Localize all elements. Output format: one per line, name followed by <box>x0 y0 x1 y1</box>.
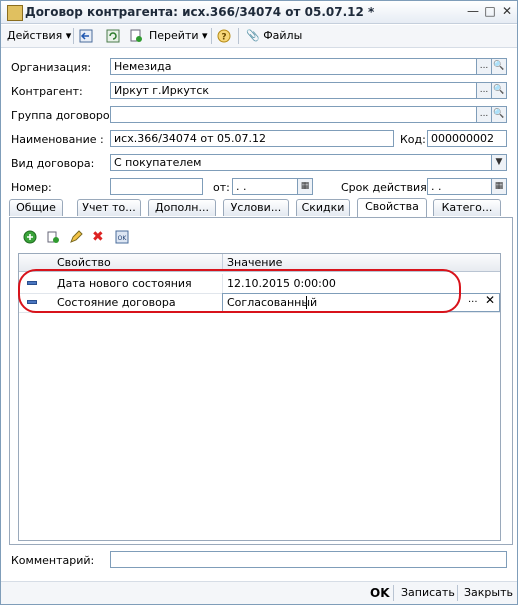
calendar-icon[interactable]: ▦ <box>297 178 313 195</box>
organization-field[interactable]: Немезида <box>110 58 477 75</box>
tab-properties[interactable]: Свойства <box>357 198 427 217</box>
toolbar: Действия ▾ Перейти ▾ ? 📎 Файлы <box>1 25 517 48</box>
number-label: Номер: <box>11 181 52 194</box>
copy-document-icon[interactable] <box>129 28 143 44</box>
contractor-field[interactable]: Иркут г.Иркутск <box>110 82 477 99</box>
tab-general[interactable]: Общие <box>9 199 63 216</box>
copy-icon[interactable] <box>46 230 60 247</box>
term-label: Срок действия: <box>341 181 431 194</box>
svg-text:OK: OK <box>118 235 128 242</box>
calendar-icon[interactable]: ▦ <box>491 178 507 195</box>
contractor-label: Контрагент: <box>11 85 83 98</box>
name-label: Наименование : <box>11 133 104 146</box>
restore-button[interactable]: □ <box>482 4 498 19</box>
column-header-value[interactable]: Значение <box>227 256 282 269</box>
select-button[interactable]: ... <box>468 294 478 305</box>
window-title: Договор контрагента: исх.366/34074 от 05… <box>25 5 375 19</box>
column-header-property[interactable]: Свойство <box>57 256 111 269</box>
refresh-icon[interactable] <box>106 28 120 44</box>
from-label: от: <box>213 181 230 194</box>
goto-menu[interactable]: Перейти ▾ <box>149 28 208 44</box>
separator <box>211 28 212 44</box>
actions-menu[interactable]: Действия ▾ <box>7 28 71 44</box>
actions-label: Действия <box>7 29 63 42</box>
tab-strip: Общие Учет то... Дополн... Услови... Ски… <box>9 198 511 217</box>
organization-label: Организация: <box>11 61 92 74</box>
delete-icon[interactable]: ✖ <box>92 229 104 245</box>
edit-pencil-icon[interactable] <box>69 230 83 247</box>
svg-text:?: ? <box>221 33 226 43</box>
document-window: Договор контрагента: исх.366/34074 от 05… <box>0 0 518 605</box>
files-button[interactable]: 📎 Файлы <box>246 28 302 44</box>
type-label: Вид договора: <box>11 157 95 170</box>
add-icon[interactable] <box>23 230 37 247</box>
tab-accounting[interactable]: Учет то... <box>77 199 141 216</box>
type-select[interactable]: С покупателем <box>110 154 492 171</box>
help-icon[interactable]: ? <box>217 28 231 44</box>
minimize-button[interactable]: — <box>465 4 481 19</box>
contractor-select-button[interactable]: ... <box>476 82 492 99</box>
code-label: Код: <box>400 133 426 146</box>
from-date-field[interactable]: . . <box>232 178 298 195</box>
chevron-down-icon[interactable]: ▼ <box>491 154 507 171</box>
title-bar: Договор контрагента: исх.366/34074 от 05… <box>1 1 517 24</box>
comment-label: Комментарий: <box>11 554 95 567</box>
name-field[interactable]: исх.366/34074 от 05.07.12 <box>110 130 394 147</box>
contractor-open-icon[interactable]: 🔍 <box>491 82 507 99</box>
number-field[interactable] <box>110 178 203 195</box>
clear-icon[interactable]: ✕ <box>485 293 495 307</box>
tab-discounts[interactable]: Скидки <box>296 199 350 216</box>
close-window-button[interactable]: ✕ <box>499 4 515 19</box>
save-button[interactable]: Записать <box>401 586 455 599</box>
organization-open-icon[interactable]: 🔍 <box>491 58 507 75</box>
close-button[interactable]: Закрыть <box>464 586 513 599</box>
group-select-button[interactable]: ... <box>476 106 492 123</box>
separator <box>238 28 239 44</box>
comment-field[interactable] <box>110 551 507 568</box>
files-label: Файлы <box>263 29 303 42</box>
ok-button[interactable]: OK <box>370 586 390 600</box>
separator <box>393 585 394 601</box>
document-icon <box>7 5 23 21</box>
organization-select-button[interactable]: ... <box>476 58 492 75</box>
code-field[interactable]: 000000002 <box>427 130 507 147</box>
separator <box>73 28 74 44</box>
dropdown-arrow-icon: ▾ <box>65 29 72 42</box>
back-arrow-icon[interactable] <box>79 28 93 44</box>
tab-categories[interactable]: Катего... <box>433 199 501 216</box>
paperclip-icon: 📎 <box>246 29 260 42</box>
tab-additional[interactable]: Дополн... <box>148 199 216 216</box>
bottom-bar: OK Записать Закрыть <box>1 581 517 604</box>
group-field[interactable] <box>110 106 477 123</box>
group-open-icon[interactable]: 🔍 <box>491 106 507 123</box>
group-label: Группа договоров: <box>11 109 120 122</box>
separator <box>457 585 458 601</box>
dropdown-arrow-icon: ▾ <box>202 29 208 42</box>
ok-checkmark-icon[interactable]: OK <box>115 230 129 247</box>
goto-label: Перейти <box>149 29 199 42</box>
red-highlight-annotation <box>18 269 461 313</box>
term-date-field[interactable]: . . <box>427 178 492 195</box>
tab-conditions[interactable]: Услови... <box>223 199 289 216</box>
